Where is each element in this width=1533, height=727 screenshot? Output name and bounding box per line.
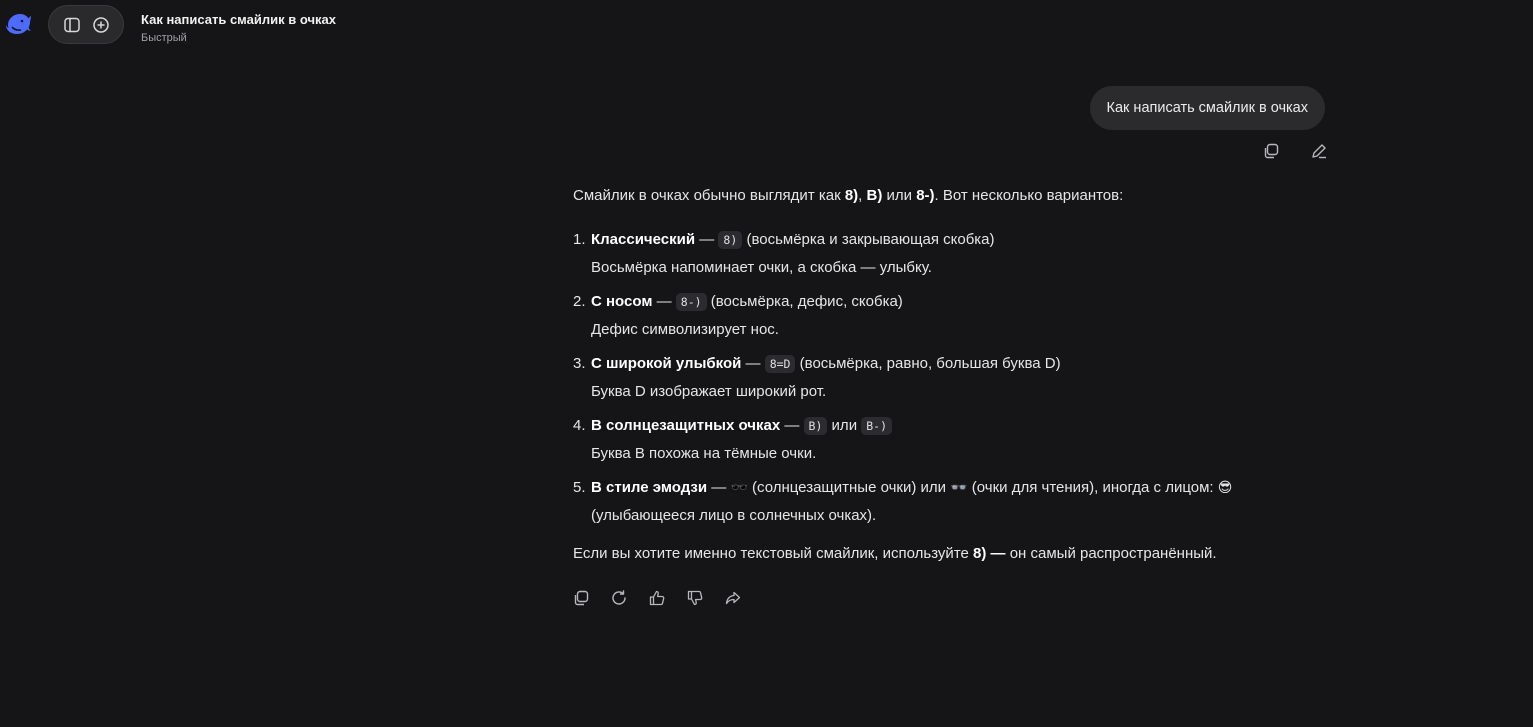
outro-text: Если вы хотите именно текстовый смайлик,…	[573, 545, 974, 562]
share-icon	[724, 589, 742, 607]
intro-sep-2: или	[882, 187, 917, 204]
list-item: 4. В солнцезащитных очках — B) или B-) Б…	[573, 412, 1293, 468]
item-dash: —	[780, 417, 804, 434]
item-title: В солнцезащитных очках	[591, 417, 781, 434]
intro-sep-1: ,	[858, 187, 867, 204]
inline-code[interactable]: 8=D	[764, 355, 796, 373]
item-title: Классический	[591, 231, 696, 248]
conversation-title: Как написать смайлик в очках	[141, 12, 336, 27]
share-button[interactable]	[722, 587, 744, 609]
item-mid: или	[827, 417, 862, 434]
inline-code[interactable]: B-)	[861, 417, 893, 435]
intro-text: Смайлик в очках обычно выглядит как	[573, 187, 845, 204]
item-dash: —	[652, 293, 676, 310]
item-desc: (восьмёрка, дефис, скобка)	[706, 293, 903, 310]
item-note: Восьмёрка напоминает очки, а скобка — ул…	[591, 259, 932, 276]
item-note: Дефис символизирует нос.	[591, 321, 779, 338]
top-bar: Как написать смайлик в очках Быстрый	[0, 0, 1533, 48]
copy-icon	[572, 589, 590, 607]
item-title: С носом	[591, 293, 653, 310]
dislike-button[interactable]	[684, 587, 706, 609]
item-dash: —	[741, 355, 765, 372]
copy-answer-button[interactable]	[570, 587, 592, 609]
intro-bold-code-2: B)	[866, 187, 883, 204]
item-note: Буква D изображает широкий рот.	[591, 383, 827, 400]
item-dash: —	[707, 479, 731, 496]
edit-message-button[interactable]	[1308, 140, 1330, 162]
glasses-emoji-icon: 👓	[950, 480, 968, 496]
item-title: В стиле эмодзи	[591, 479, 708, 496]
item-desc: (восьмёрка, равно, большая буква D)	[795, 355, 1061, 372]
list-item: 3. С широкой улыбкой — 8=D (восьмёрка, р…	[573, 350, 1293, 406]
list-number: 1.	[573, 231, 586, 248]
intro-bold-code-1: 8)	[844, 187, 859, 204]
sidebar-toggle-icon	[63, 16, 81, 34]
sunglasses-emoji-icon: 🕶️	[730, 480, 748, 496]
sidebar-toggle-button[interactable]	[59, 12, 85, 38]
list-item: 1. Классический — 8) (восьмёрка и закрыв…	[573, 226, 1293, 282]
header-controls	[48, 5, 124, 44]
smiling-face-sunglasses-emoji-icon: 😎	[1217, 480, 1233, 496]
like-button[interactable]	[646, 587, 668, 609]
answer-outro: Если вы хотите именно текстовый смайлик,…	[573, 540, 1293, 568]
variants-list: 1. Классический — 8) (восьмёрка и закрыв…	[573, 226, 1293, 530]
new-chat-button[interactable]	[88, 12, 114, 38]
list-number: 4.	[573, 417, 586, 434]
outro-bold: 8) —	[973, 545, 1006, 562]
regenerate-icon	[610, 589, 628, 607]
regenerate-button[interactable]	[608, 587, 630, 609]
list-number: 5.	[573, 479, 586, 496]
user-message-bubble: Как написать смайлик в очках	[1089, 86, 1325, 130]
list-number: 3.	[573, 355, 586, 372]
intro-bold-code-3: 8-)	[916, 187, 935, 204]
list-number: 2.	[573, 293, 586, 310]
thumbs-down-icon	[686, 589, 704, 607]
answer-intro: Смайлик в очках обычно выглядит как 8), …	[573, 182, 1293, 210]
edit-icon	[1310, 142, 1328, 160]
item-note: Буква B похожа на тёмные очки.	[591, 445, 817, 462]
thumbs-up-icon	[648, 589, 666, 607]
list-item: 5. В стиле эмодзи — 🕶️ (солнцезащитные о…	[573, 474, 1293, 530]
item-note: (улыбающееся лицо в солнечных очках).	[591, 507, 877, 524]
model-mode-label: Быстрый	[141, 32, 187, 44]
item-dash: —	[695, 231, 719, 248]
intro-suffix: . Вот несколько вариантов:	[934, 187, 1124, 204]
item-text: (очки для чтения), иногда с лицом:	[967, 479, 1218, 496]
inline-code[interactable]: B)	[803, 417, 828, 435]
inline-code[interactable]: 8)	[718, 231, 743, 249]
list-item: 2. С носом — 8-) (восьмёрка, дефис, скоб…	[573, 288, 1293, 344]
copy-icon	[1262, 142, 1280, 160]
inline-code[interactable]: 8-)	[675, 293, 707, 311]
item-desc: (восьмёрка и закрывающая скобка)	[742, 231, 995, 248]
item-title: С широкой улыбкой	[591, 355, 742, 372]
assistant-answer: Смайлик в очках обычно выглядит как 8), …	[573, 182, 1293, 568]
user-message-actions	[1260, 140, 1330, 162]
new-chat-icon	[92, 16, 110, 34]
item-text: (солнцезащитные очки) или	[747, 479, 951, 496]
whale-logo-icon[interactable]	[4, 10, 34, 38]
copy-message-button[interactable]	[1260, 140, 1282, 162]
outro-suffix: он самый распространённый.	[1005, 545, 1217, 562]
answer-actions	[570, 587, 750, 609]
